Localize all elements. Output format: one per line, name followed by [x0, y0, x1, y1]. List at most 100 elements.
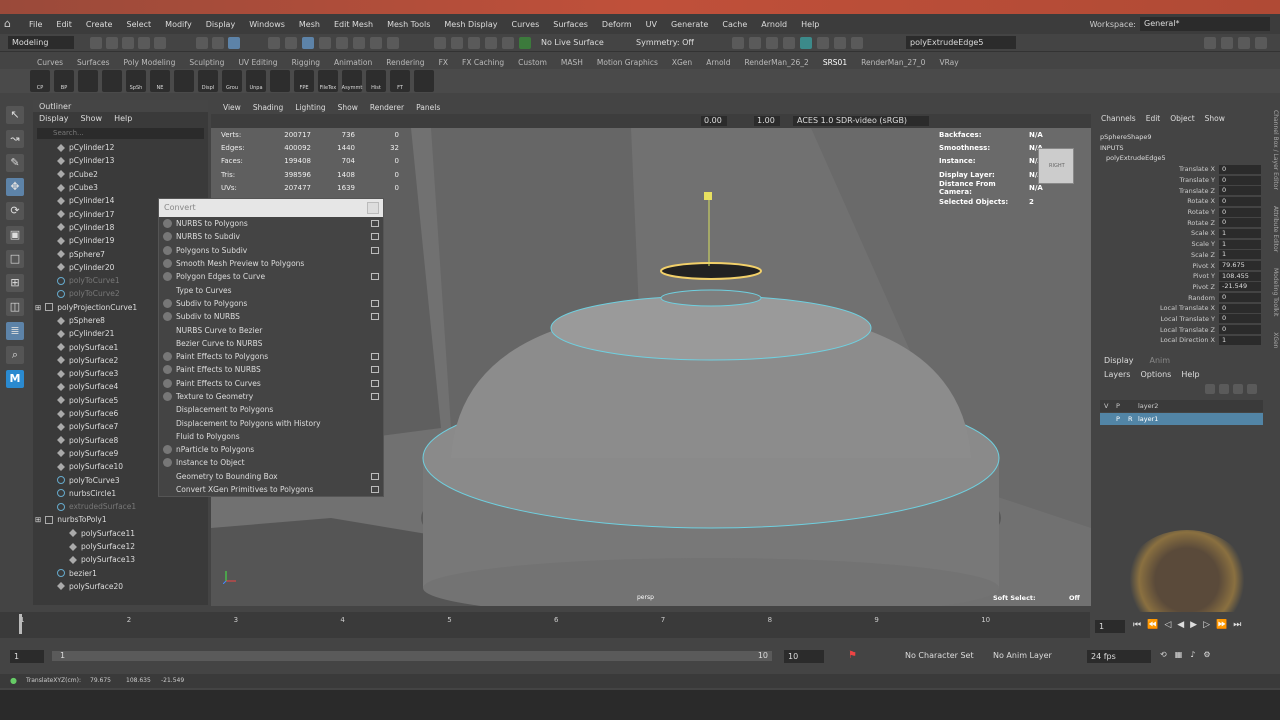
cache-icon[interactable]: ▦ [1175, 650, 1183, 659]
prefs-icon[interactable]: ⚙ [1203, 650, 1210, 659]
layout-two-icon[interactable]: ◫ [6, 298, 24, 316]
menu-deform[interactable]: Deform [595, 20, 639, 29]
convert-menu-item[interactable]: Bezier Curve to NURBS [159, 337, 383, 350]
fps-dropdown[interactable]: 24 fps [1087, 650, 1151, 663]
character-set-dropdown[interactable]: No Character Set [905, 651, 974, 660]
convert-menu-item[interactable]: Convert XGen Primitives to Polygons [159, 483, 383, 496]
new-layer-icon[interactable] [1233, 384, 1243, 394]
shelf-tool-icon[interactable] [78, 70, 98, 92]
option-box-icon[interactable] [371, 299, 379, 307]
shelf-tab-srs01[interactable]: SRS01 [816, 58, 854, 67]
channel-name[interactable]: Local Translate Z [1093, 326, 1219, 334]
edge-mask-icon[interactable] [285, 37, 297, 49]
shape-node-name[interactable]: pSphereShape9 [1100, 133, 1152, 141]
channel-row[interactable]: Rotate Z0 [1093, 217, 1261, 228]
channel-name[interactable]: Local Translate X [1093, 304, 1219, 312]
live-surface-field[interactable]: No Live Surface [541, 38, 604, 47]
outliner-item[interactable]: bezier1 [33, 567, 208, 580]
shelf-tool-icon[interactable]: BP [54, 70, 74, 92]
time-slider[interactable]: 1 2 3 4 5 6 7 8 9 10 [0, 612, 1090, 638]
channel-value[interactable]: 0 [1219, 293, 1261, 303]
channel-row[interactable]: Rotate Y0 [1093, 207, 1261, 218]
channel-value[interactable]: 1 [1219, 335, 1261, 345]
help-menu[interactable]: Help [1181, 370, 1199, 379]
menu-uv[interactable]: UV [639, 20, 664, 29]
shelf-tab-sculpting[interactable]: Sculpting [182, 58, 231, 67]
input-node-name[interactable]: polyExtrudeEdge5 [1106, 154, 1166, 162]
shelf-tool-icon[interactable]: FPE [294, 70, 314, 92]
channel-menu-show[interactable]: Show [1205, 114, 1225, 123]
outliner-item[interactable]: ⊞ nurbsToPoly1 [33, 513, 208, 526]
shelf-tab-curves[interactable]: Curves [30, 58, 70, 67]
convert-menu-item[interactable]: Paint Effects to Curves [159, 377, 383, 390]
arnold-render-icon[interactable] [834, 37, 846, 49]
option-box-icon[interactable] [371, 472, 379, 480]
menu-mesh-display[interactable]: Mesh Display [437, 20, 504, 29]
viewport-menu-shading[interactable]: Shading [247, 103, 289, 112]
attribute-editor-icon[interactable] [1221, 37, 1233, 49]
shelf-tab-vray[interactable]: VRay [932, 58, 965, 67]
menu-create[interactable]: Create [79, 20, 120, 29]
channel-value[interactable]: 0 [1219, 325, 1261, 335]
redo-icon[interactable] [154, 37, 166, 49]
tab-anim[interactable]: Anim [1150, 356, 1171, 366]
outliner-menu-help[interactable]: Help [114, 114, 132, 124]
channel-box-icon[interactable] [1255, 37, 1267, 49]
channel-value[interactable]: 0 [1219, 164, 1261, 174]
shelf-tool-icon[interactable]: FT [390, 70, 410, 92]
current-frame-field[interactable]: 1 [1095, 620, 1125, 633]
outliner-item[interactable]: polySurface13 [33, 553, 208, 566]
layer-reference-toggle[interactable]: R [1128, 415, 1138, 423]
shelf-tool-icon[interactable]: Hist [366, 70, 386, 92]
home-icon[interactable]: ⌂ [4, 18, 16, 30]
live-icon[interactable] [519, 37, 531, 49]
layer-visible-toggle[interactable]: V [1100, 402, 1116, 410]
convert-menu-item[interactable]: Displacement to Polygons [159, 403, 383, 416]
outliner-item[interactable]: polySurface12 [33, 540, 208, 553]
channel-value[interactable]: 1 [1219, 250, 1261, 260]
shelf-tool-icon[interactable] [102, 70, 122, 92]
select-hierarchy-icon[interactable] [196, 37, 208, 49]
menu-curves[interactable]: Curves [504, 20, 546, 29]
shelf-tool-icon[interactable] [270, 70, 290, 92]
viewport-menu-panels[interactable]: Panels [410, 103, 446, 112]
select-component-icon[interactable] [228, 37, 240, 49]
current-time-marker[interactable] [19, 614, 22, 634]
menu-cache[interactable]: Cache [715, 20, 754, 29]
play-backward-icon[interactable]: ◀ [1177, 620, 1184, 630]
sound-icon[interactable]: ♪ [1190, 650, 1195, 659]
exposure-field[interactable]: 0.00 [701, 116, 727, 126]
channel-row[interactable]: Translate Z0 [1093, 185, 1261, 196]
option-box-icon[interactable] [371, 379, 379, 387]
loop-icon[interactable]: ⟲ [1160, 650, 1167, 659]
channel-row[interactable]: Local Translate Y0 [1093, 314, 1261, 325]
colorspace-dropdown[interactable]: ACES 1.0 SDR-video (sRGB) [793, 116, 929, 126]
channel-name[interactable]: Translate Z [1093, 187, 1219, 195]
move-tool-icon[interactable]: ✥ [6, 178, 24, 196]
viewport-menu-show[interactable]: Show [332, 103, 364, 112]
shelf-tab-renderman-26-2[interactable]: RenderMan_26_2 [737, 58, 815, 67]
shelf-tool-icon[interactable]: Displ [198, 70, 218, 92]
channel-value[interactable]: 0 [1219, 196, 1261, 206]
channel-value[interactable]: 0 [1219, 207, 1261, 217]
channel-row[interactable]: Random 0 [1093, 292, 1261, 303]
auto-key-icon[interactable]: ⚑ [848, 650, 857, 661]
outliner-item[interactable]: pCube2 [33, 168, 208, 181]
shelf-tab-surfaces[interactable]: Surfaces [70, 58, 116, 67]
layer-name[interactable]: layer1 [1138, 415, 1158, 423]
play-forward-icon[interactable]: ▶ [1190, 620, 1197, 630]
shelf-tab-xgen[interactable]: XGen [665, 58, 699, 67]
hypershade-icon[interactable] [800, 37, 812, 49]
option-box-icon[interactable] [371, 220, 379, 227]
menu-file[interactable]: File [22, 20, 49, 29]
menu-display[interactable]: Display [199, 20, 243, 29]
new-layer-selected-icon[interactable] [1247, 384, 1257, 394]
menu-modify[interactable]: Modify [158, 20, 199, 29]
outliner-item[interactable]: pCylinder13 [33, 154, 208, 167]
outliner-item[interactable]: pCube3 [33, 181, 208, 194]
convert-menu-item[interactable]: Instance to Object [159, 456, 383, 469]
convert-menu-item[interactable]: Fluid to Polygons [159, 430, 383, 443]
convert-menu-item[interactable]: Paint Effects to Polygons [159, 350, 383, 363]
shelf-tool-icon[interactable]: SpSh [126, 70, 146, 92]
shelf-tool-icon[interactable]: Grou [222, 70, 242, 92]
